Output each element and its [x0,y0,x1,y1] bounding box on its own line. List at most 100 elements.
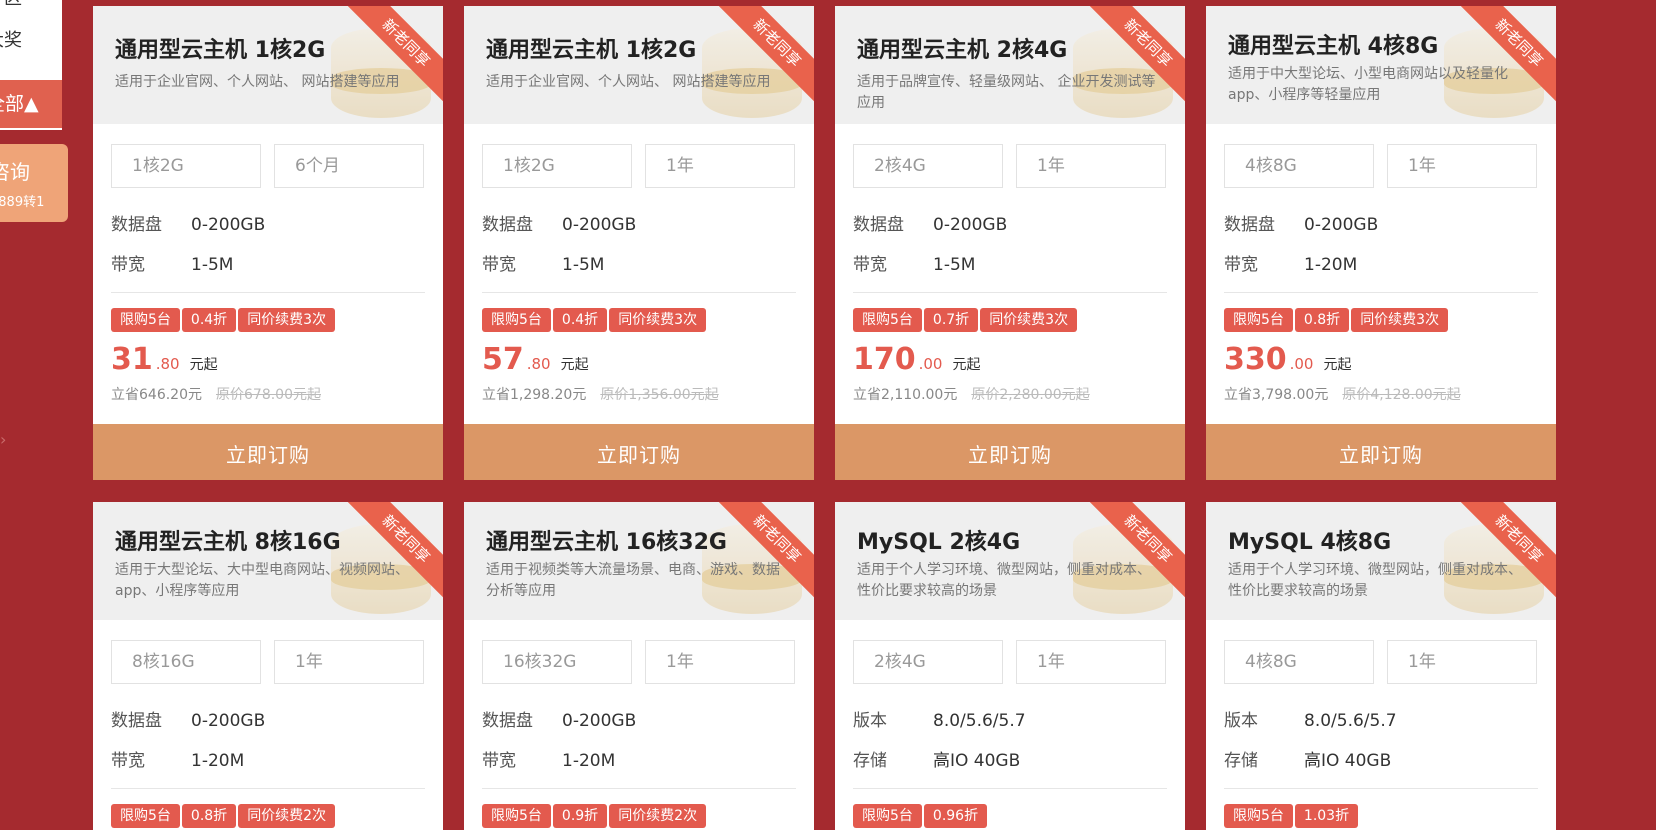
promo-tag: 限购5台 [111,308,180,332]
spec-select[interactable]: 1核2G [482,144,632,188]
promo-tags: 限购5台 0.7折 同价续费3次 [853,308,1079,332]
spec-select[interactable]: 16核32G [482,640,632,684]
spec-value: 1-5M [562,255,605,275]
original-price: 原价4,128.00元起 [1342,387,1461,403]
spec-row: 数据盘 0-200GB [482,706,636,731]
card-title: 通用型云主机 4核8G [1228,34,1439,59]
savings-amount: 立省2,110.00元 [853,387,958,403]
promo-tag: 限购5台 [482,804,551,828]
price: 57.80 元起 [482,342,589,377]
buy-now-button[interactable]: 立即订购 [464,424,814,480]
duration-select[interactable]: 1年 [1016,640,1166,684]
divider [482,788,796,789]
card-header: MySQL 2核4G 适用于个人学习环境、微型网站，侧重对成本、性价比要求较高的场… [835,502,1185,620]
price-integer: 170 [853,342,916,377]
spec-value: 0-200GB [191,711,266,731]
spec-row: 带宽 1-5M [482,250,604,275]
duration-select[interactable]: 1年 [1387,144,1537,188]
card-header: 通用型云主机 16核32G 适用于视频类等大流量场景、电商、游戏、数据分析等应用新… [464,502,814,620]
duration-select[interactable]: 1年 [1387,640,1537,684]
promo-tag: 0.4折 [552,308,608,332]
card-title: 通用型云主机 1核2G [115,38,326,63]
spec-value: 0-200GB [562,711,637,731]
duration-select[interactable]: 6个月 [274,144,424,188]
price-decimal: .80 [155,355,180,373]
spec-value: 1-5M [191,255,234,275]
spec-row: 版本 8.0/5.6/5.7 [853,706,1026,731]
promo-tag: 0.8折 [181,804,237,828]
spec-label: 数据盘 [482,215,533,235]
divider [853,788,1167,789]
spec-label: 数据盘 [111,711,162,731]
side-menu-item[interactable]: 大奖 [0,20,62,62]
divider [482,292,796,293]
savings-amount: 立省3,798.00元 [1224,387,1329,403]
promo-tags: 限购5台 0.8折 同价续费3次 [1224,308,1450,332]
price-unit: 元起 [1323,357,1352,373]
buy-now-button[interactable]: 立即订购 [835,424,1185,480]
spec-label: 带宽 [111,255,145,275]
spec-row: 带宽 1-20M [111,746,244,771]
buy-now-button[interactable]: 立即订购 [93,424,443,480]
spec-select[interactable]: 2核4G [853,144,1003,188]
duration-select[interactable]: 1年 [1016,144,1166,188]
promo-tags: 限购5台 0.4折 同价续费3次 [482,308,708,332]
spec-value: 0-200GB [191,215,266,235]
product-card: 通用型云主机 2核4G 适用于品牌宣传、轻量级网站、 企业开发测试等应用 新老同享 2… [835,6,1185,480]
promo-tag: 限购5台 [853,804,922,828]
promo-tags: 限购5台 0.8折 同价续费2次 [111,804,337,828]
spec-value: 1-20M [191,751,245,771]
product-card: 通用型云主机 4核8G 适用于中大型论坛、小型电商网站以及轻量化app、小程序等轻… [1206,6,1556,480]
spec-row: 带宽 1-5M [111,250,233,275]
spec-select[interactable]: 8核16G [111,640,261,684]
price: 330.00 元起 [1224,342,1351,377]
promo-tags: 限购5台 0.96折 [853,804,989,828]
duration-select[interactable]: 1年 [645,640,795,684]
price-decimal: .80 [526,355,551,373]
price: 31.80 元起 [111,342,218,377]
original-price: 原价678.00元起 [216,387,321,403]
spec-row: 带宽 1-20M [482,746,615,771]
spec-value: 1-20M [562,751,616,771]
card-title: 通用型云主机 8核16G [115,530,341,555]
card-description: 适用于中大型论坛、小型电商网站以及轻量化app、小程序等轻量应用 [1228,66,1508,103]
spec-value: 0-200GB [562,215,637,235]
consult-button[interactable]: 咨询 9889转1 [0,144,68,222]
spec-select[interactable]: 4核8G [1224,640,1374,684]
promo-tag: 同价续费2次 [238,804,336,828]
savings-amount: 立省646.20元 [111,387,202,403]
savings: 立省1,298.20元 原价1,356.00元起 [482,384,719,404]
side-menu-item[interactable]: 专区 [0,0,62,20]
spec-value: 高IO 40GB [1304,751,1392,771]
spec-value: 8.0/5.6/5.7 [1304,711,1397,731]
spec-value: 1-20M [1304,255,1358,275]
spec-select[interactable]: 1核2G [111,144,261,188]
spec-label: 存储 [1224,751,1258,771]
spec-row: 存储 高IO 40GB [853,746,1020,771]
spec-label: 带宽 [1224,255,1258,275]
spec-value: 1-5M [933,255,976,275]
divider [111,788,425,789]
duration-select[interactable]: 1年 [274,640,424,684]
spec-select[interactable]: 2核4G [853,640,1003,684]
card-description: 适用于企业官网、个人网站、 网站搭建等应用 [115,74,400,90]
product-card: MySQL 2核4G 适用于个人学习环境、微型网站，侧重对成本、性价比要求较高的场… [835,502,1185,830]
promo-tag: 限购5台 [1224,804,1293,828]
promo-tag: 同价续费3次 [609,308,707,332]
promo-tag: 限购5台 [1224,308,1293,332]
spec-label: 存储 [853,751,887,771]
spec-select[interactable]: 4核8G [1224,144,1374,188]
spec-row: 版本 8.0/5.6/5.7 [1224,706,1397,731]
spec-label: 数据盘 [482,711,533,731]
divider [111,292,425,293]
card-header: 通用型云主机 4核8G 适用于中大型论坛、小型电商网站以及轻量化app、小程序等轻… [1206,6,1556,124]
spec-label: 数据盘 [853,215,904,235]
original-price: 原价2,280.00元起 [971,387,1090,403]
buy-now-button[interactable]: 立即订购 [1206,424,1556,480]
card-header: MySQL 4核8G 适用于个人学习环境、微型网站，侧重对成本、性价比要求较高的场… [1206,502,1556,620]
duration-select[interactable]: 1年 [645,144,795,188]
promo-tag: 0.8折 [1294,308,1350,332]
promo-tag: 同价续费3次 [1351,308,1449,332]
back-to-top-button[interactable]: 全部▲ [0,80,62,128]
promo-tag: 0.96折 [923,804,988,828]
